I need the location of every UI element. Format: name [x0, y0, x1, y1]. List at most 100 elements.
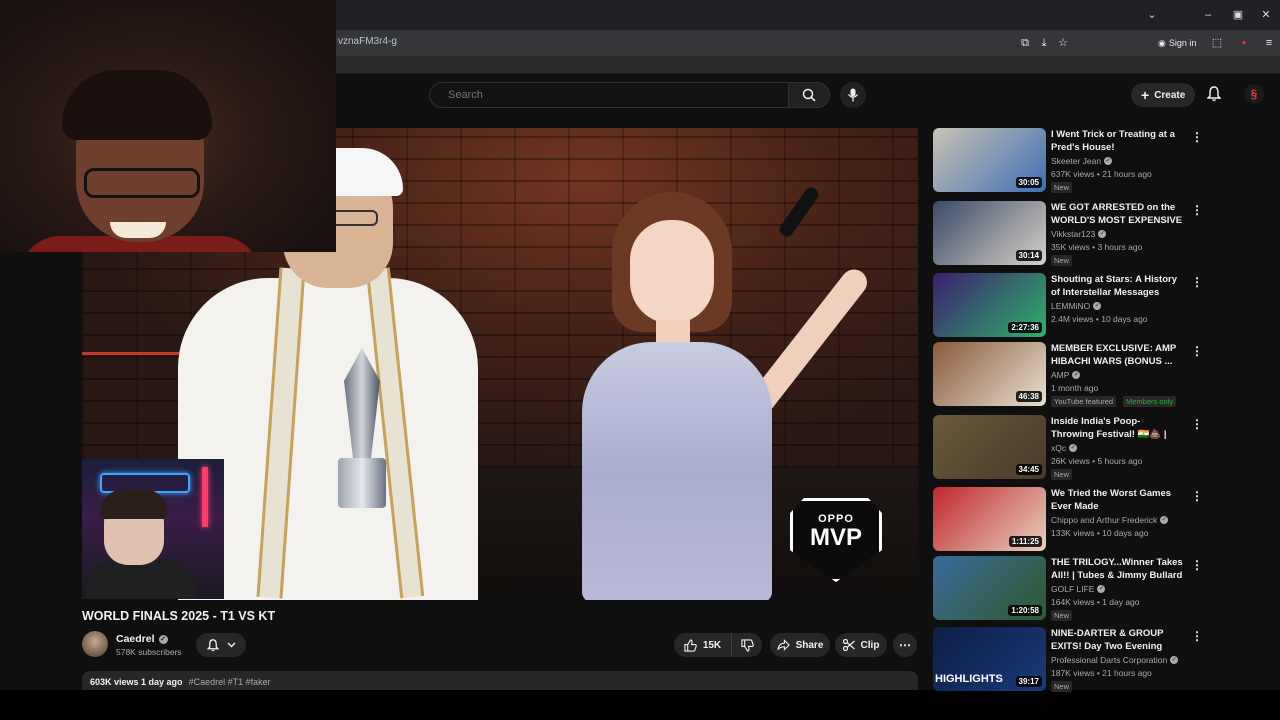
recommendation-title[interactable]: I Went Trick or Treating at a Pred's Hou… — [1051, 128, 1183, 154]
more-vertical-icon[interactable]: ⋮ — [1191, 203, 1203, 217]
recommendation-channel[interactable]: LEMMiNO — [1051, 301, 1090, 311]
maximize-icon[interactable]: ▣ — [1231, 8, 1245, 22]
recommendation-title[interactable]: NINE-DARTER & GROUP EXITS! Day Two Eveni… — [1051, 627, 1183, 653]
more-vertical-icon[interactable]: ⋮ — [1191, 130, 1203, 144]
recommendation-thumbnail[interactable]: 46:38 — [933, 342, 1046, 406]
recommendation-channel-row[interactable]: Professional Darts Corporation ✓ — [1051, 655, 1179, 665]
extension-badge-icon[interactable]: ▪ — [1237, 36, 1251, 50]
recommendation-channel-row[interactable]: Vikkstar123 ✓ — [1051, 229, 1107, 239]
verified-icon: ✓ — [1097, 585, 1106, 593]
channel-avatar[interactable] — [82, 631, 108, 657]
close-icon[interactable]: ✕ — [1259, 8, 1273, 22]
download-icon[interactable]: ⤓ — [1037, 36, 1051, 50]
like-count: 15K — [702, 639, 722, 651]
recommendation-badge: New — [1051, 681, 1073, 692]
recommendation-title[interactable]: MEMBER EXCLUSIVE: AMP HIBACHI WARS (BONU… — [1051, 342, 1183, 368]
search-input[interactable] — [430, 83, 788, 107]
tab-search-icon[interactable]: ⌄ — [1145, 8, 1159, 22]
recommendation-item[interactable]: HIGHLIGHTS 39:17 NINE-DARTER & GROUP EXITS… — [933, 627, 1203, 692]
share-button[interactable]: Share — [770, 633, 830, 657]
verified-icon: ✓ — [1170, 656, 1179, 664]
minimize-icon[interactable]: – — [1201, 8, 1215, 22]
recommendation-channel[interactable]: Professional Darts Corporation — [1051, 655, 1167, 665]
clip-button[interactable]: Clip — [835, 633, 887, 657]
recommendation-item[interactable]: 34:45 Inside India's Poop-Throwing Festiv… — [933, 415, 1203, 480]
views-and-date: 603K views 1 day ago — [90, 677, 183, 687]
recommendation-channel-row[interactable]: Chippo and Arthur Frederick ✓ — [1051, 515, 1169, 525]
recommendation-title[interactable]: THE TRILOGY...Winner Takes All!! | Tubes… — [1051, 556, 1183, 582]
recommendation-thumbnail[interactable]: 1:20:58 — [933, 556, 1046, 620]
recommendation-stats: 1 month ago — [1051, 383, 1099, 393]
recommendation-thumbnail[interactable]: 34:45 — [933, 415, 1046, 479]
recommendation-title[interactable]: WE GOT ARRESTED on the WORLD'S MOST EXPE… — [1051, 201, 1183, 227]
sign-in-button[interactable]: ◉ Sign in — [1158, 35, 1196, 51]
recommendation-stats: 164K views • 1 day ago — [1051, 597, 1140, 607]
bookmark-star-icon[interactable]: ☆ — [1056, 36, 1070, 50]
search-button[interactable] — [788, 82, 830, 108]
extensions-icon[interactable]: ⬚ — [1210, 36, 1224, 50]
browser-menu-icon[interactable]: ≡ — [1262, 36, 1276, 50]
subscription-notifications-button[interactable] — [196, 633, 246, 657]
recommendation-badge: New — [1051, 469, 1073, 480]
search-box — [429, 82, 789, 108]
recommendation-channel-row[interactable]: xQc ✓ — [1051, 443, 1078, 453]
channel-name-row[interactable]: Caedrel ✓ — [116, 633, 168, 645]
recommendation-item[interactable]: 30:05 I Went Trick or Treating at a Pred'… — [933, 128, 1203, 193]
create-button[interactable]: + Create — [1131, 83, 1196, 107]
verified-icon: ✓ — [158, 634, 168, 644]
create-label: Create — [1154, 89, 1186, 101]
search-icon — [802, 88, 816, 102]
video-duration: 39:17 — [1015, 676, 1042, 687]
caster-webcam — [82, 459, 224, 599]
recommendation-badge: New — [1051, 610, 1073, 621]
url-text[interactable]: vznaFM3r4-g — [338, 36, 397, 47]
recommendation-channel-row[interactable]: LEMMiNO ✓ — [1051, 301, 1102, 311]
channel-name[interactable]: Caedrel — [116, 633, 155, 645]
user-avatar[interactable]: § — [1244, 84, 1264, 104]
recommendation-title[interactable]: Shouting at Stars: A History of Interste… — [1051, 273, 1183, 299]
dislike-button[interactable] — [732, 633, 762, 657]
recommendation-badge: YouTube featured — [1051, 396, 1117, 407]
more-vertical-icon[interactable]: ⋮ — [1191, 629, 1203, 643]
recommendation-channel[interactable]: Skeeter Jean — [1051, 156, 1101, 166]
install-icon[interactable]: ⧉ — [1018, 36, 1032, 50]
recommendation-channel[interactable]: xQc — [1051, 443, 1066, 453]
recommendation-thumbnail[interactable]: 1:11:25 — [933, 487, 1046, 551]
recommendation-item[interactable]: 46:38 MEMBER EXCLUSIVE: AMP HIBACHI WARS … — [933, 342, 1203, 407]
like-button[interactable]: 15K — [674, 633, 732, 657]
recommendation-item[interactable]: 30:14 WE GOT ARRESTED on the WORLD'S MOST… — [933, 201, 1203, 266]
more-vertical-icon[interactable]: ⋮ — [1191, 489, 1203, 503]
recommendation-channel[interactable]: Chippo and Arthur Frederick — [1051, 515, 1157, 525]
host-figure — [552, 185, 873, 600]
recommendation-channel-row[interactable]: Skeeter Jean ✓ — [1051, 156, 1113, 166]
recommendation-channel[interactable]: AMP — [1051, 370, 1069, 380]
more-vertical-icon[interactable]: ⋮ — [1191, 344, 1203, 358]
recommendation-title[interactable]: We Tried the Worst Games Ever Made — [1051, 487, 1183, 513]
more-actions-button[interactable]: ⋯ — [893, 633, 917, 657]
recommendation-channel[interactable]: Vikkstar123 — [1051, 229, 1095, 239]
more-vertical-icon[interactable]: ⋮ — [1191, 558, 1203, 572]
voice-search-button[interactable] — [840, 82, 866, 108]
more-vertical-icon[interactable]: ⋮ — [1191, 417, 1203, 431]
more-vertical-icon[interactable]: ⋮ — [1191, 275, 1203, 289]
recommendation-thumbnail[interactable]: 30:14 — [933, 201, 1046, 265]
clip-label: Clip — [860, 639, 880, 651]
recommendation-thumbnail[interactable]: 30:05 — [933, 128, 1046, 192]
recommendation-stats: 2.4M views • 10 days ago — [1051, 314, 1148, 324]
recommendation-channel[interactable]: GOLF LIFE — [1051, 584, 1094, 594]
members-only-badge: Members only — [1123, 396, 1177, 407]
hashtags[interactable]: #Caedrel #T1 #faker — [189, 677, 271, 687]
account-icon: ◉ — [1158, 37, 1166, 48]
recommendation-channel-row[interactable]: AMP ✓ — [1051, 370, 1081, 380]
recommendation-item[interactable]: 1:11:25 We Tried the Worst Games Ever Mad… — [933, 487, 1203, 551]
streamer-webcam — [0, 0, 336, 252]
recommendation-channel-row[interactable]: GOLF LIFE ✓ — [1051, 584, 1106, 594]
recommendation-thumbnail[interactable]: 2:27:36 — [933, 273, 1046, 337]
recommendation-title[interactable]: Inside India's Poop-Throwing Festival! 🇮… — [1051, 415, 1183, 441]
recommendation-stats: 187K views • 21 hours ago — [1051, 668, 1152, 678]
recommendation-item[interactable]: 2:27:36 Shouting at Stars: A History of I… — [933, 273, 1203, 337]
recommendation-thumbnail[interactable]: HIGHLIGHTS 39:17 — [933, 627, 1046, 691]
bell-icon — [206, 638, 219, 651]
notifications-button[interactable] — [1204, 84, 1224, 104]
recommendation-item[interactable]: 1:20:58 THE TRILOGY...Winner Takes All!! … — [933, 556, 1203, 621]
